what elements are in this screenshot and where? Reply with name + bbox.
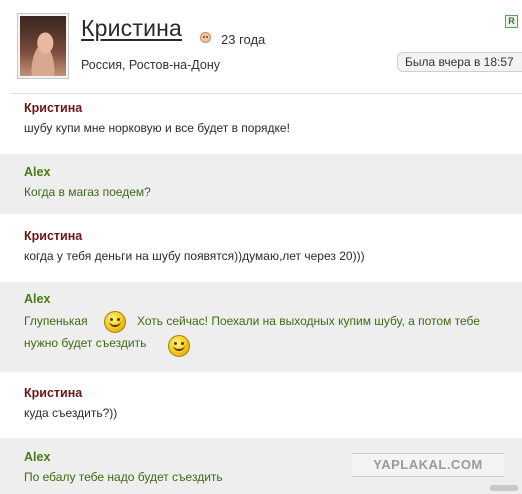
message-text: Глупенькая [24,314,88,328]
message-item: Кристина шубу купи мне норковую и все бу… [0,94,522,154]
message-text: нужно будет съездить [24,336,147,350]
message-text: шубу купи мне норковую и все будет в пор… [24,121,290,135]
message-text: Когда в магаз поедем? [24,185,151,199]
message-author[interactable]: Кристина [24,229,82,243]
message-text: куда съездить?)) [24,406,118,420]
r-badge-icon[interactable]: R [505,15,518,28]
corner-decoration [490,485,518,491]
message-item: Кристина куда съездить?)) [0,372,522,438]
profile-location: Россия, Ростов-на-Дону [81,58,220,72]
message-author[interactable]: Alex [24,165,50,179]
female-face-icon [200,32,211,43]
watermark-logo: YAPLAKAL.COM [352,453,504,477]
smiley-icon [168,335,190,357]
message-text: когда у тебя деньги на шубу появятся))ду… [24,249,365,263]
message-author[interactable]: Кристина [24,386,82,400]
message-item: Кристина когда у тебя деньги на шубу поя… [0,214,522,282]
smiley-icon [104,311,126,333]
message-author[interactable]: Кристина [24,101,82,115]
profile-name-link[interactable]: Кристина [81,15,182,42]
last-seen-status: Была вчера в 18:57 [397,52,522,72]
message-item: Alex Глупенькая Хоть сейчас! Поехали на … [0,282,522,372]
profile-header: Кристина 23 года Россия, Ростов-на-Дону … [0,0,522,94]
message-text: Хоть сейчас! Поехали на выходных купим ш… [137,314,480,328]
message-author[interactable]: Alex [24,450,50,464]
message-text: По ебалу тебе надо будет съездить [24,470,223,484]
avatar[interactable] [17,13,69,79]
message-author[interactable]: Alex [24,292,50,306]
message-item: Alex Когда в магаз поедем? [0,154,522,214]
profile-age: 23 года [221,32,266,47]
avatar-photo [20,16,66,76]
